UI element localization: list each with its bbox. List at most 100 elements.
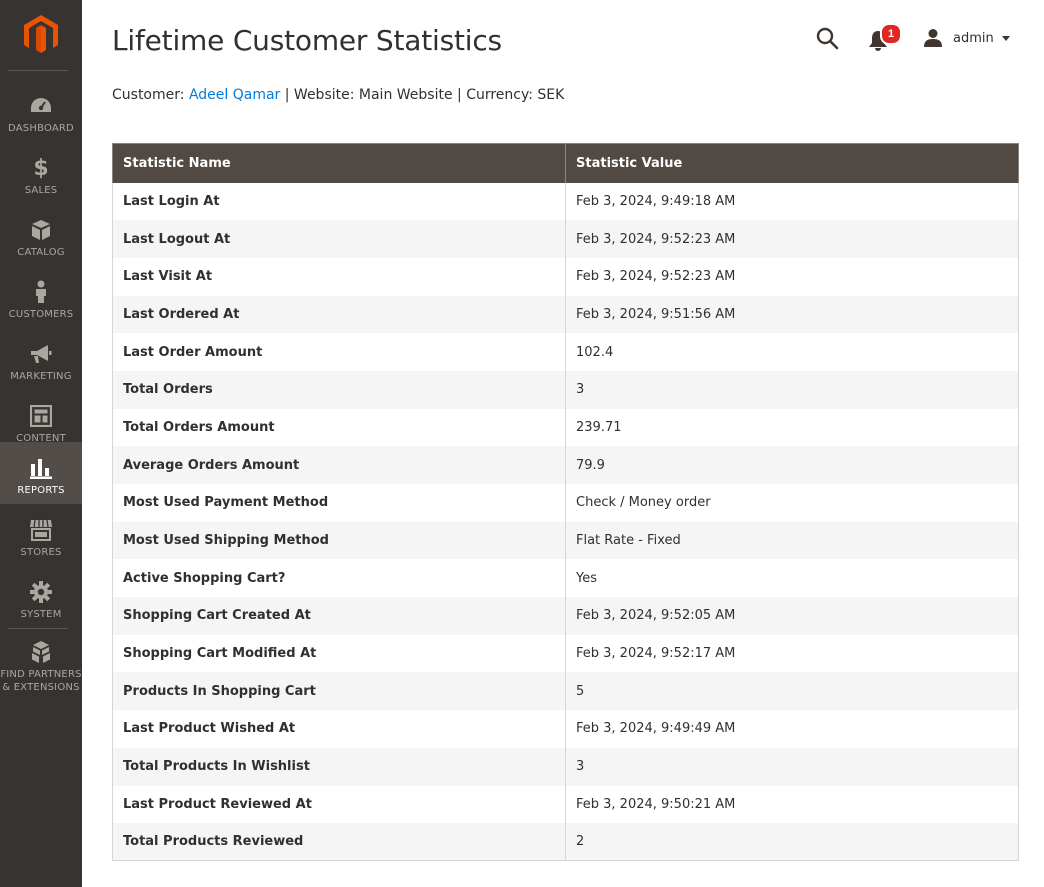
nav-label-marketing: MARKETING <box>10 371 72 382</box>
table-row: Total Orders 3 <box>112 370 1019 409</box>
statistic-value-cell: Feb 3, 2024, 9:50:21 AM <box>565 785 1019 824</box>
statistic-value-cell: 5 <box>565 672 1019 711</box>
nav-item-dashboard[interactable]: DASHBOARD <box>0 80 82 142</box>
table-row: Shopping Cart Created At Feb 3, 2024, 9:5… <box>112 597 1019 635</box>
nav-item-stores[interactable]: STORES <box>0 504 82 566</box>
table-header-row: Statistic Name Statistic Value <box>112 143 1019 183</box>
bar-chart-icon <box>29 456 53 480</box>
logo-divider <box>8 70 68 71</box>
box-icon <box>29 218 53 242</box>
statistic-name-cell: Last Login At <box>112 182 566 221</box>
statistic-name-cell: Last Product Reviewed At <box>112 785 566 824</box>
statistic-value-cell: Check / Money order <box>565 484 1019 522</box>
table-row: Most Used Payment Method Check / Money or… <box>112 484 1019 522</box>
website-info: | Website: Main Website <box>284 87 453 103</box>
dashboard-icon <box>29 94 53 118</box>
table-row: Total Products Reviewed 2 <box>112 823 1019 862</box>
megaphone-icon <box>29 342 53 366</box>
table-row: Total Products In Wishlist 3 <box>112 747 1019 786</box>
nav-label-catalog: CATALOG <box>17 247 65 258</box>
storefront-icon <box>29 518 53 542</box>
statistic-name-cell: Last Visit At <box>112 257 566 296</box>
statistic-name-cell: Most Used Payment Method <box>112 484 566 522</box>
statistic-value-cell: 102.4 <box>565 333 1019 371</box>
statistic-value-cell: Feb 3, 2024, 9:51:56 AM <box>565 295 1019 334</box>
statistics-table-body: Last Login At Feb 3, 2024, 9:49:18 AM Last… <box>112 182 1019 862</box>
statistic-value-cell: 79.9 <box>565 446 1019 484</box>
statistic-name-cell: Total Orders <box>112 370 566 409</box>
table-row: Last Product Reviewed At Feb 3, 2024, 9:5… <box>112 785 1019 824</box>
admin-sidebar: DASHBOARD $ SALES CATALOG CUSTOMERS MARK… <box>0 0 82 887</box>
table-row: Total Orders Amount 239.71 <box>112 408 1019 447</box>
statistic-value-cell: Flat Rate - Fixed <box>565 521 1019 560</box>
nav-item-find-partners[interactable]: FIND PARTNERS & EXTENSIONS <box>0 630 82 702</box>
statistic-name-cell: Total Products In Wishlist <box>112 747 566 786</box>
table-row: Last Ordered At Feb 3, 2024, 9:51:56 AM <box>112 295 1019 334</box>
statistic-name-cell: Last Logout At <box>112 220 566 258</box>
table-row: Last Logout At Feb 3, 2024, 9:52:23 AM <box>112 220 1019 258</box>
statistic-name-cell: Last Product Wished At <box>112 710 566 748</box>
currency-info: | Currency: SEK <box>457 87 565 103</box>
statistic-value-cell: Yes <box>565 559 1019 598</box>
column-header-statistic-value: Statistic Value <box>565 143 1019 183</box>
statistic-name-cell: Shopping Cart Created At <box>112 597 566 635</box>
dollar-icon: $ <box>33 155 49 181</box>
cubes-icon <box>29 640 53 664</box>
table-row: Last Login At Feb 3, 2024, 9:49:18 AM <box>112 182 1019 221</box>
nav-label-system: SYSTEM <box>20 609 62 620</box>
nav-label-customers: CUSTOMERS <box>8 309 74 320</box>
statistic-value-cell: Feb 3, 2024, 9:52:17 AM <box>565 634 1019 673</box>
page-title: Lifetime Customer Statistics <box>112 24 502 57</box>
statistic-value-cell: 2 <box>565 823 1019 862</box>
statistic-name-cell: Total Products Reviewed <box>112 823 566 862</box>
table-row: Last Product Wished At Feb 3, 2024, 9:49:… <box>112 710 1019 748</box>
nav-divider <box>8 628 68 629</box>
nav-item-sales[interactable]: $ SALES <box>0 142 82 204</box>
statistic-name-cell: Products In Shopping Cart <box>112 672 566 711</box>
statistic-value-cell: 3 <box>565 747 1019 786</box>
statistic-name-cell: Total Orders Amount <box>112 408 566 447</box>
nav-label-sales: SALES <box>24 185 58 196</box>
column-header-statistic-name: Statistic Name <box>112 143 566 183</box>
table-row: Active Shopping Cart? Yes <box>112 559 1019 598</box>
nav-item-reports[interactable]: REPORTS <box>0 442 82 504</box>
statistic-value-cell: 239.71 <box>565 408 1019 447</box>
customer-name-link[interactable]: Adeel Qamar <box>189 87 280 103</box>
admin-user-menu[interactable]: admin <box>923 26 1010 50</box>
customer-label: Customer: <box>112 87 185 103</box>
table-row: Most Used Shipping Method Flat Rate - Fix… <box>112 521 1019 560</box>
nav-item-system[interactable]: SYSTEM <box>0 566 82 628</box>
statistic-value-cell: 3 <box>565 370 1019 409</box>
customer-info-line: Customer: Adeel Qamar | Website: Main We… <box>112 87 564 103</box>
statistic-value-cell: Feb 3, 2024, 9:52:05 AM <box>565 597 1019 635</box>
nav-label-dashboard: DASHBOARD <box>8 123 74 134</box>
user-icon <box>924 29 942 47</box>
statistic-value-cell: Feb 3, 2024, 9:49:49 AM <box>565 710 1019 748</box>
table-row: Shopping Cart Modified At Feb 3, 2024, 9:… <box>112 634 1019 673</box>
statistic-name-cell: Most Used Shipping Method <box>112 521 566 560</box>
statistic-name-cell: Average Orders Amount <box>112 446 566 484</box>
table-row: Last Order Amount 102.4 <box>112 333 1019 371</box>
gear-icon <box>29 580 53 604</box>
nav-label-find-partners: FIND PARTNERS & EXTENSIONS <box>0 669 82 693</box>
nav-item-customers[interactable]: CUSTOMERS <box>0 266 82 328</box>
statistic-name-cell: Last Order Amount <box>112 333 566 371</box>
table-row: Products In Shopping Cart 5 <box>112 672 1019 711</box>
statistic-name-cell: Shopping Cart Modified At <box>112 634 566 673</box>
global-search-button[interactable] <box>815 26 839 50</box>
layout-icon <box>29 404 53 428</box>
person-icon <box>29 280 53 304</box>
statistics-table: Statistic Name Statistic Value Last Logi… <box>112 143 1019 862</box>
magento-logo[interactable] <box>0 0 82 70</box>
nav-item-catalog[interactable]: CATALOG <box>0 204 82 266</box>
statistic-value-cell: Feb 3, 2024, 9:49:18 AM <box>565 182 1019 221</box>
nav-label-reports: REPORTS <box>17 485 65 496</box>
statistic-name-cell: Active Shopping Cart? <box>112 559 566 598</box>
search-icon <box>816 27 839 50</box>
magento-logo-icon <box>24 15 58 53</box>
notification-count-badge: 1 <box>880 23 902 45</box>
nav-item-marketing[interactable]: MARKETING <box>0 328 82 390</box>
statistic-value-cell: Feb 3, 2024, 9:52:23 AM <box>565 257 1019 296</box>
table-row: Average Orders Amount 79.9 <box>112 446 1019 484</box>
notifications-button[interactable]: 1 <box>868 23 902 52</box>
